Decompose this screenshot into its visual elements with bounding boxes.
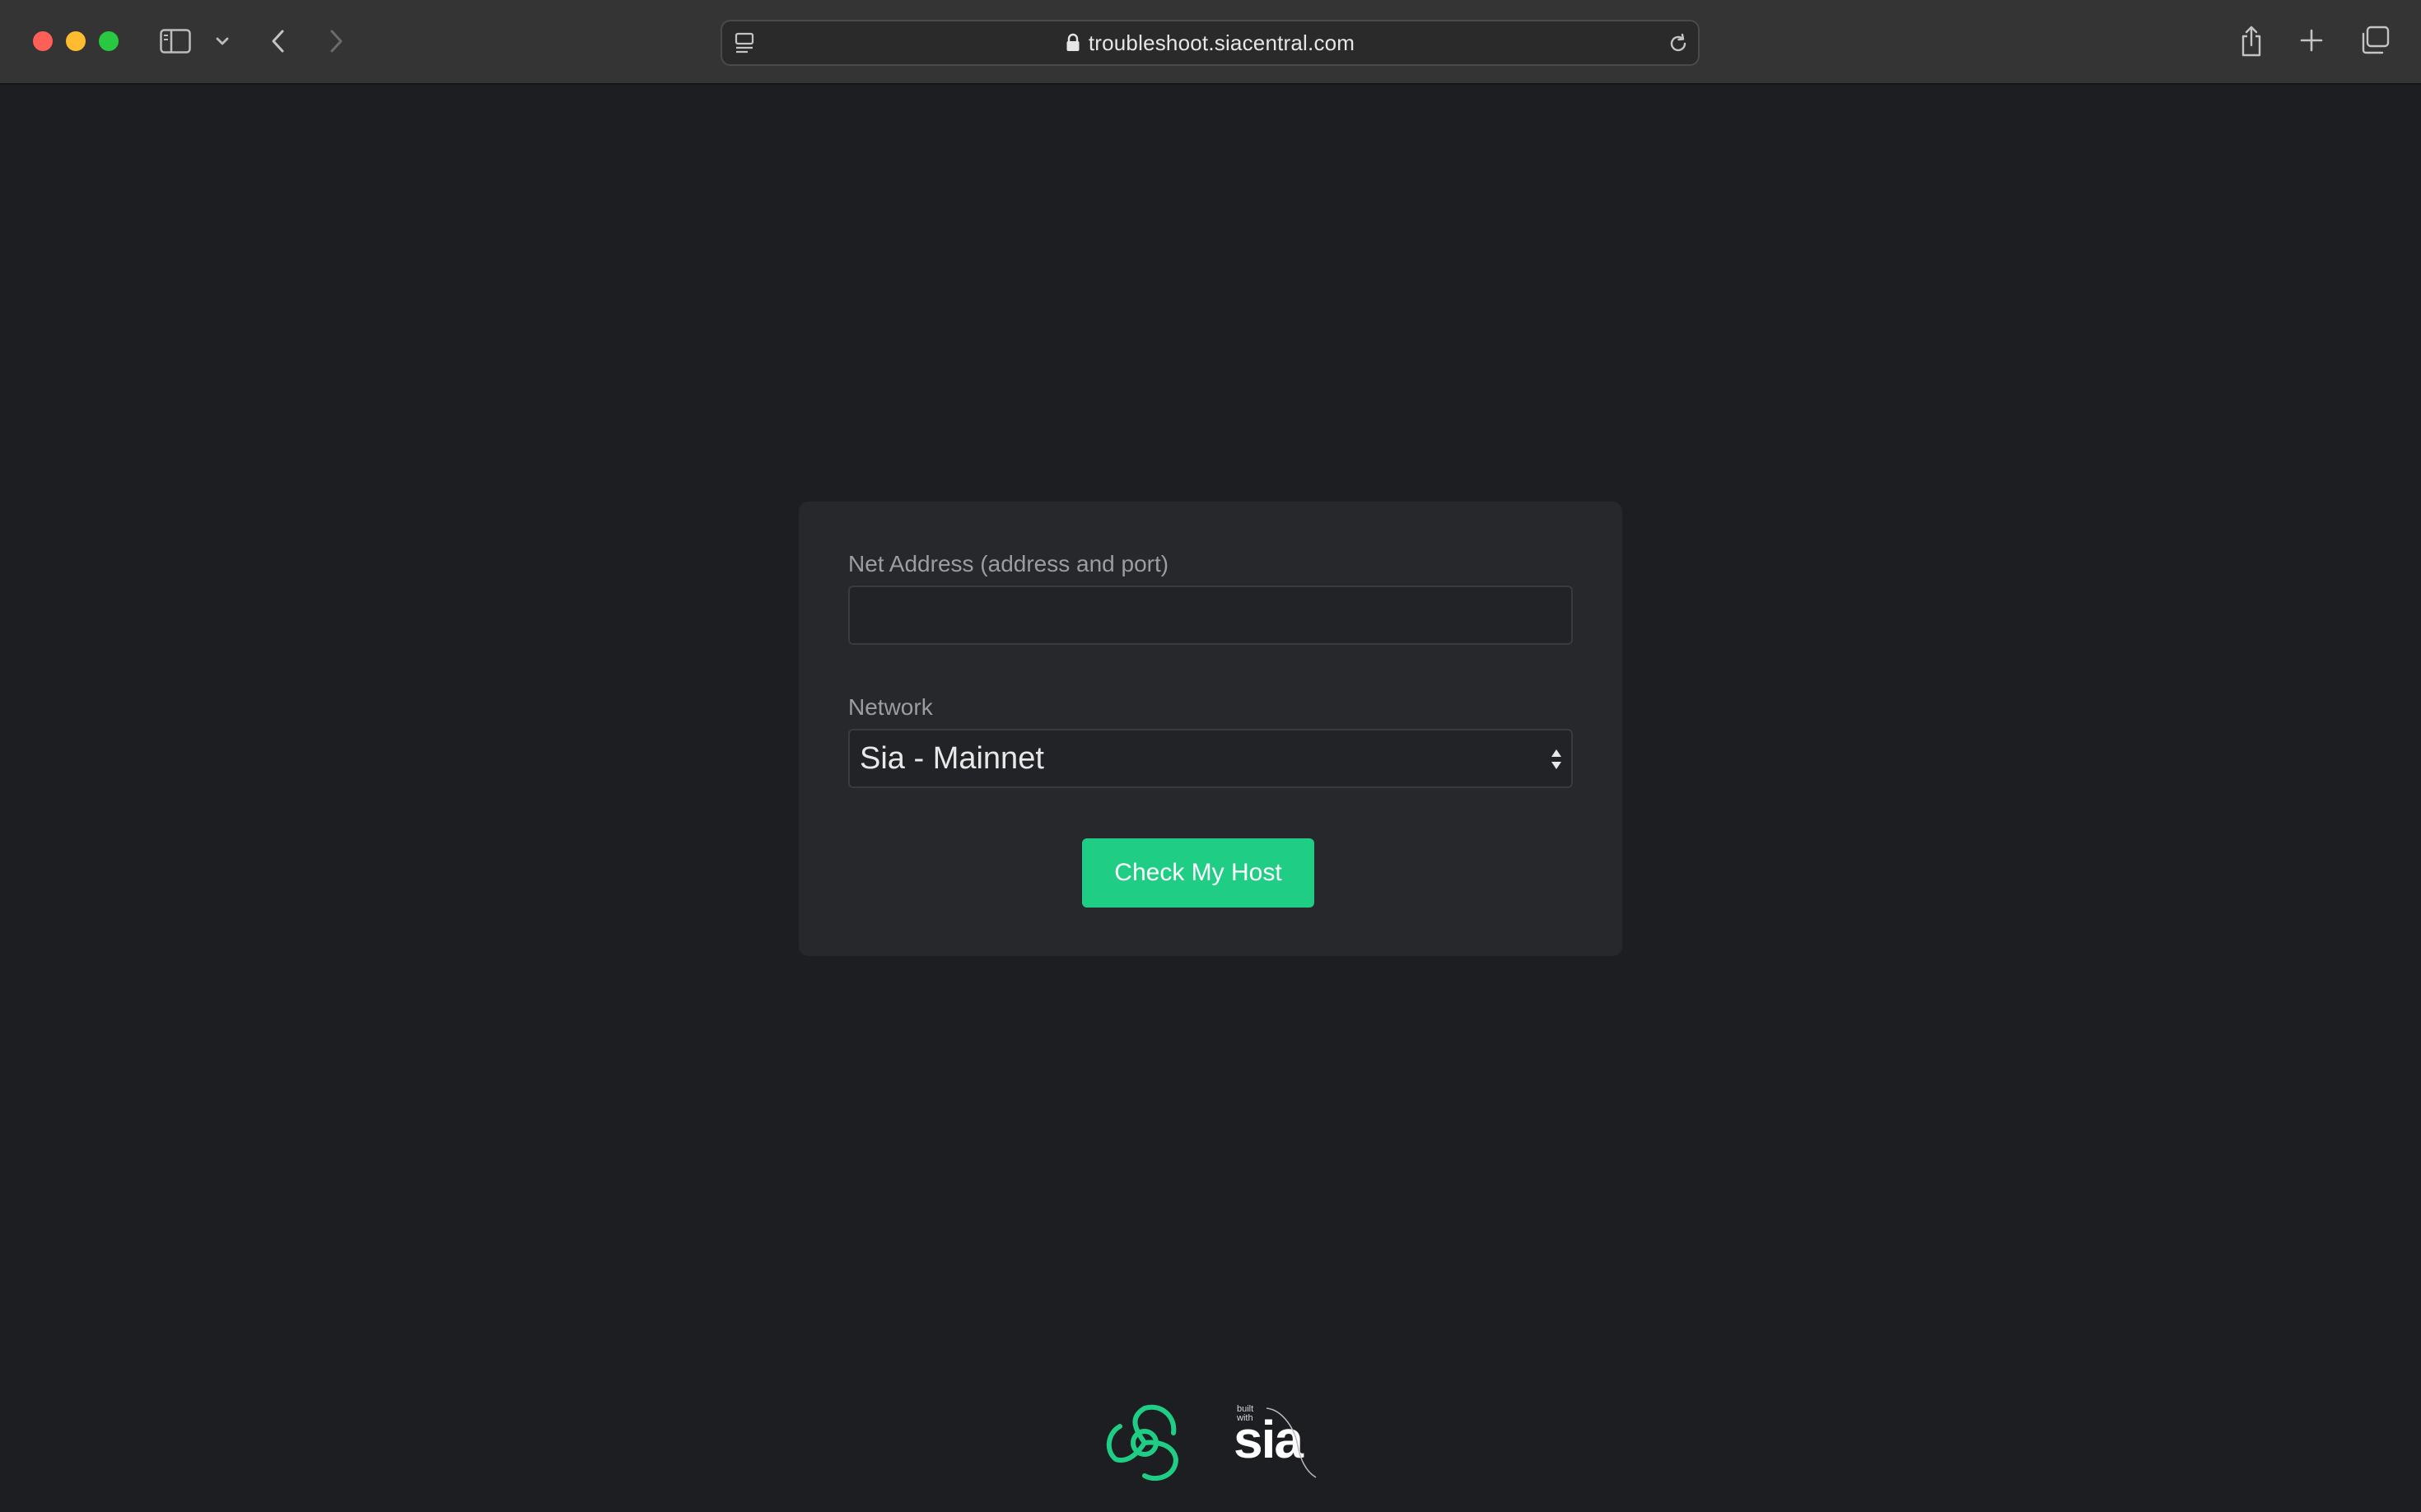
net-address-input[interactable] — [850, 587, 1571, 643]
window-maximize-button[interactable] — [99, 31, 119, 51]
sia-swoosh-icon — [1258, 1405, 1319, 1481]
browser-toolbar: troubleshoot.siacentral.com — [0, 0, 2421, 85]
network-label: Network — [848, 694, 933, 720]
url-text-container: troubleshoot.siacentral.com — [722, 21, 1698, 64]
sia-central-logo-icon[interactable] — [1103, 1402, 1186, 1484]
browser-window: troubleshoot.siacentral.com Net Address … — [0, 0, 2421, 1512]
net-address-label: Net Address (address and port) — [848, 551, 1169, 576]
host-check-form: Net Address (address and port) Network S… — [799, 502, 1622, 956]
share-icon[interactable] — [2237, 23, 2266, 59]
back-arrow-icon[interactable] — [265, 26, 292, 56]
forward-arrow-icon[interactable] — [323, 26, 349, 56]
url-text: troubleshoot.siacentral.com — [1088, 30, 1355, 55]
sidebar-icon[interactable] — [159, 26, 192, 56]
plus-icon[interactable] — [2297, 26, 2325, 54]
check-my-host-button[interactable]: Check My Host — [1082, 838, 1314, 908]
select-arrows-icon — [1550, 749, 1563, 774]
lock-icon — [1066, 33, 1080, 53]
window-minimize-button[interactable] — [66, 31, 86, 51]
window-close-button[interactable] — [33, 31, 53, 51]
reload-icon[interactable] — [1666, 31, 1691, 56]
address-bar[interactable]: troubleshoot.siacentral.com — [721, 20, 1700, 66]
chevron-down-icon[interactable] — [211, 31, 234, 51]
net-address-field[interactable] — [848, 586, 1573, 645]
network-select-value: Sia - Mainnet — [860, 740, 1044, 776]
network-select[interactable]: Sia - Mainnet — [848, 729, 1573, 788]
tab-overview-icon[interactable] — [2358, 25, 2391, 56]
